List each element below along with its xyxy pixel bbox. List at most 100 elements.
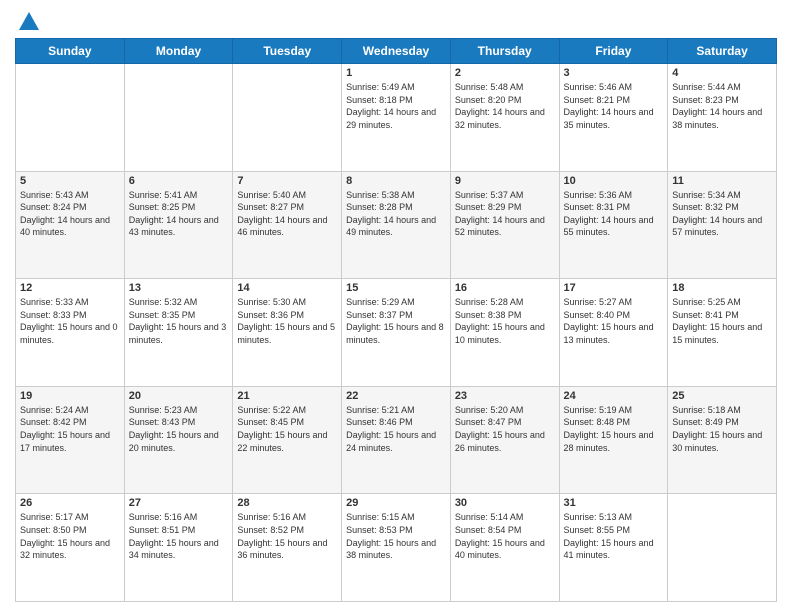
day-number: 27 — [129, 497, 229, 509]
calendar-cell: 6 Sunrise: 5:41 AMSunset: 8:25 PMDaylight… — [124, 171, 233, 279]
day-info: Sunrise: 5:37 AMSunset: 8:29 PMDaylight:… — [455, 189, 555, 239]
day-info: Sunrise: 5:40 AMSunset: 8:27 PMDaylight:… — [237, 189, 337, 239]
day-info: Sunrise: 5:17 AMSunset: 8:50 PMDaylight:… — [20, 511, 120, 561]
day-number: 8 — [346, 175, 446, 187]
day-number: 1 — [346, 67, 446, 79]
day-number: 7 — [237, 175, 337, 187]
day-info: Sunrise: 5:36 AMSunset: 8:31 PMDaylight:… — [564, 189, 664, 239]
day-info: Sunrise: 5:41 AMSunset: 8:25 PMDaylight:… — [129, 189, 229, 239]
day-number: 25 — [672, 390, 772, 402]
day-info: Sunrise: 5:18 AMSunset: 8:49 PMDaylight:… — [672, 404, 772, 454]
calendar-week-1: 1 Sunrise: 5:49 AMSunset: 8:18 PMDaylight… — [16, 64, 777, 172]
day-number: 26 — [20, 497, 120, 509]
day-number: 13 — [129, 282, 229, 294]
header — [15, 10, 777, 30]
calendar-cell: 12 Sunrise: 5:33 AMSunset: 8:33 PMDayligh… — [16, 279, 125, 387]
calendar-cell: 11 Sunrise: 5:34 AMSunset: 8:32 PMDayligh… — [668, 171, 777, 279]
calendar-cell: 5 Sunrise: 5:43 AMSunset: 8:24 PMDaylight… — [16, 171, 125, 279]
day-info: Sunrise: 5:27 AMSunset: 8:40 PMDaylight:… — [564, 296, 664, 346]
calendar-cell: 23Sunrise: 5:20 AMSunset: 8:47 PMDayligh… — [450, 386, 559, 494]
calendar-cell: 9 Sunrise: 5:37 AMSunset: 8:29 PMDaylight… — [450, 171, 559, 279]
day-info: Sunrise: 5:14 AMSunset: 8:54 PMDaylight:… — [455, 511, 555, 561]
calendar-cell: 1 Sunrise: 5:49 AMSunset: 8:18 PMDaylight… — [342, 64, 451, 172]
calendar-week-2: 5 Sunrise: 5:43 AMSunset: 8:24 PMDaylight… — [16, 171, 777, 279]
day-number: 5 — [20, 175, 120, 187]
calendar-cell: 14 Sunrise: 5:30 AMSunset: 8:36 PMDayligh… — [233, 279, 342, 387]
day-number: 24 — [564, 390, 664, 402]
day-info: Sunrise: 5:30 AMSunset: 8:36 PMDaylight:… — [237, 296, 337, 346]
calendar-cell — [16, 64, 125, 172]
calendar-cell: 21Sunrise: 5:22 AMSunset: 8:45 PMDayligh… — [233, 386, 342, 494]
calendar-cell: 28 Sunrise: 5:16 AMSunset: 8:52 PMDayligh… — [233, 494, 342, 602]
day-info: Sunrise: 5:25 AMSunset: 8:41 PMDaylight:… — [672, 296, 772, 346]
weekday-header-thursday: Thursday — [450, 39, 559, 64]
day-number: 3 — [564, 67, 664, 79]
day-number: 6 — [129, 175, 229, 187]
day-info: Sunrise: 5:16 AMSunset: 8:51 PMDaylight:… — [129, 511, 229, 561]
calendar-cell: 27 Sunrise: 5:16 AMSunset: 8:51 PMDayligh… — [124, 494, 233, 602]
weekday-header-wednesday: Wednesday — [342, 39, 451, 64]
day-info: Sunrise: 5:28 AMSunset: 8:38 PMDaylight:… — [455, 296, 555, 346]
day-info: Sunrise: 5:16 AMSunset: 8:52 PMDaylight:… — [237, 511, 337, 561]
day-info: Sunrise: 5:24 AMSunset: 8:42 PMDaylight:… — [20, 404, 120, 454]
day-info: Sunrise: 5:20 AMSunset: 8:47 PMDaylight:… — [455, 404, 555, 454]
day-info: Sunrise: 5:49 AMSunset: 8:18 PMDaylight:… — [346, 81, 446, 131]
day-number: 19 — [20, 390, 120, 402]
weekday-header-saturday: Saturday — [668, 39, 777, 64]
day-info: Sunrise: 5:33 AMSunset: 8:33 PMDaylight:… — [20, 296, 120, 346]
day-info: Sunrise: 5:48 AMSunset: 8:20 PMDaylight:… — [455, 81, 555, 131]
calendar-cell: 16 Sunrise: 5:28 AMSunset: 8:38 PMDayligh… — [450, 279, 559, 387]
day-number: 28 — [237, 497, 337, 509]
day-info: Sunrise: 5:15 AMSunset: 8:53 PMDaylight:… — [346, 511, 446, 561]
calendar-cell: 13 Sunrise: 5:32 AMSunset: 8:35 PMDayligh… — [124, 279, 233, 387]
day-number: 21 — [237, 390, 337, 402]
calendar-cell — [233, 64, 342, 172]
calendar-cell: 10 Sunrise: 5:36 AMSunset: 8:31 PMDayligh… — [559, 171, 668, 279]
calendar-week-3: 12 Sunrise: 5:33 AMSunset: 8:33 PMDayligh… — [16, 279, 777, 387]
day-number: 14 — [237, 282, 337, 294]
day-info: Sunrise: 5:19 AMSunset: 8:48 PMDaylight:… — [564, 404, 664, 454]
calendar-cell: 20Sunrise: 5:23 AMSunset: 8:43 PMDayligh… — [124, 386, 233, 494]
day-number: 12 — [20, 282, 120, 294]
weekday-header-sunday: Sunday — [16, 39, 125, 64]
day-number: 17 — [564, 282, 664, 294]
calendar-cell: 31 Sunrise: 5:13 AMSunset: 8:55 PMDayligh… — [559, 494, 668, 602]
day-info: Sunrise: 5:44 AMSunset: 8:23 PMDaylight:… — [672, 81, 772, 131]
day-number: 31 — [564, 497, 664, 509]
day-number: 16 — [455, 282, 555, 294]
day-number: 11 — [672, 175, 772, 187]
calendar-cell — [124, 64, 233, 172]
calendar-week-4: 19 Sunrise: 5:24 AMSunset: 8:42 PMDayligh… — [16, 386, 777, 494]
calendar-cell: 24 Sunrise: 5:19 AMSunset: 8:48 PMDayligh… — [559, 386, 668, 494]
day-info: Sunrise: 5:43 AMSunset: 8:24 PMDaylight:… — [20, 189, 120, 239]
day-number: 10 — [564, 175, 664, 187]
day-info: Sunrise: 5:34 AMSunset: 8:32 PMDaylight:… — [672, 189, 772, 239]
day-number: 9 — [455, 175, 555, 187]
calendar-cell: 15Sunrise: 5:29 AMSunset: 8:37 PMDayligh… — [342, 279, 451, 387]
logo-icon — [17, 10, 41, 34]
calendar-cell — [668, 494, 777, 602]
weekday-header-tuesday: Tuesday — [233, 39, 342, 64]
calendar-cell: 30Sunrise: 5:14 AMSunset: 8:54 PMDayligh… — [450, 494, 559, 602]
calendar-cell: 25 Sunrise: 5:18 AMSunset: 8:49 PMDayligh… — [668, 386, 777, 494]
day-info: Sunrise: 5:21 AMSunset: 8:46 PMDaylight:… — [346, 404, 446, 454]
day-number: 4 — [672, 67, 772, 79]
day-number: 18 — [672, 282, 772, 294]
day-number: 2 — [455, 67, 555, 79]
calendar-cell: 19 Sunrise: 5:24 AMSunset: 8:42 PMDayligh… — [16, 386, 125, 494]
weekday-header-monday: Monday — [124, 39, 233, 64]
weekday-header-row: SundayMondayTuesdayWednesdayThursdayFrid… — [16, 39, 777, 64]
calendar-cell: 26 Sunrise: 5:17 AMSunset: 8:50 PMDayligh… — [16, 494, 125, 602]
calendar-week-5: 26 Sunrise: 5:17 AMSunset: 8:50 PMDayligh… — [16, 494, 777, 602]
calendar-cell: 4 Sunrise: 5:44 AMSunset: 8:23 PMDaylight… — [668, 64, 777, 172]
day-info: Sunrise: 5:46 AMSunset: 8:21 PMDaylight:… — [564, 81, 664, 131]
calendar-cell: 22Sunrise: 5:21 AMSunset: 8:46 PMDayligh… — [342, 386, 451, 494]
calendar-cell: 17 Sunrise: 5:27 AMSunset: 8:40 PMDayligh… — [559, 279, 668, 387]
day-number: 29 — [346, 497, 446, 509]
day-info: Sunrise: 5:13 AMSunset: 8:55 PMDaylight:… — [564, 511, 664, 561]
calendar-page: SundayMondayTuesdayWednesdayThursdayFrid… — [0, 0, 792, 612]
weekday-header-friday: Friday — [559, 39, 668, 64]
day-number: 15 — [346, 282, 446, 294]
day-info: Sunrise: 5:32 AMSunset: 8:35 PMDaylight:… — [129, 296, 229, 346]
day-info: Sunrise: 5:38 AMSunset: 8:28 PMDaylight:… — [346, 189, 446, 239]
